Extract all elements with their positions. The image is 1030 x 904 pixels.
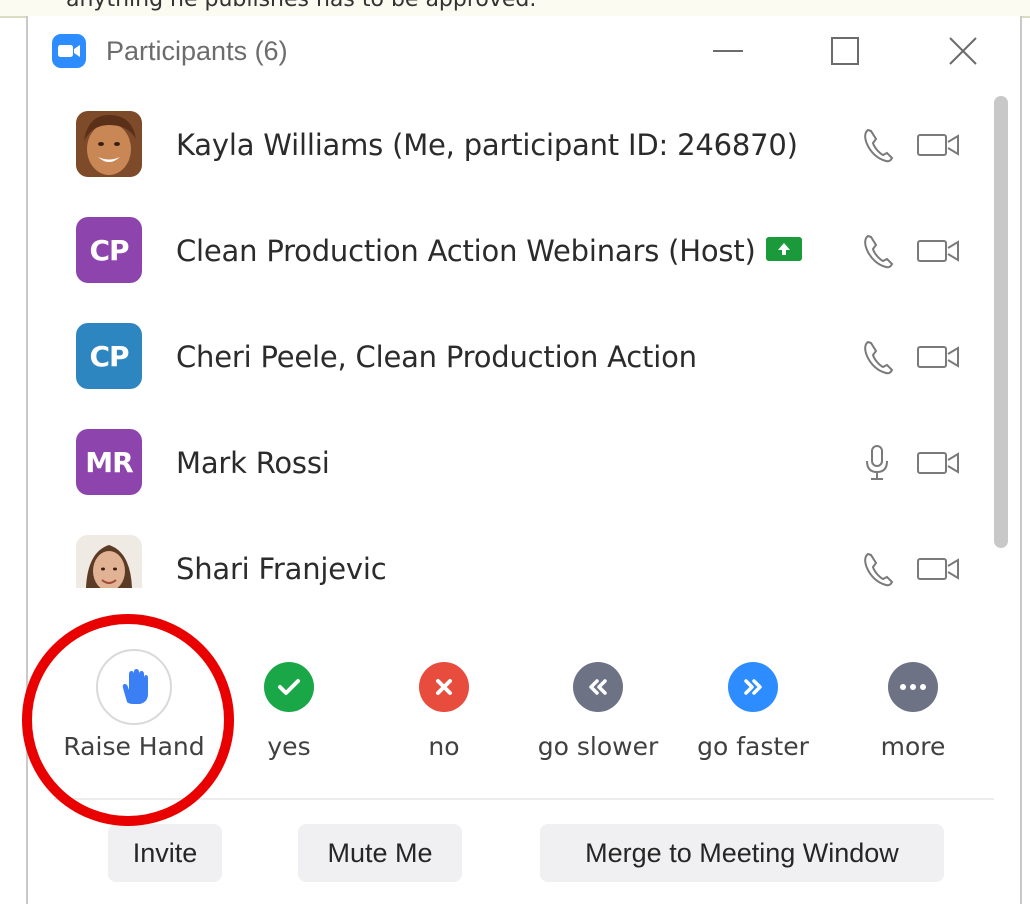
minimize-button[interactable] <box>700 26 756 76</box>
divider <box>54 798 994 800</box>
x-icon <box>419 662 469 712</box>
reaction-label: yes <box>267 732 311 761</box>
reaction-label: go slower <box>537 732 659 761</box>
screen-share-icon <box>765 237 802 261</box>
participant-row[interactable]: CP Clean Production Action Webinars (Hos… <box>28 194 988 300</box>
participant-name: Mark Rossi <box>176 446 330 480</box>
avatar: MR <box>76 429 142 495</box>
close-icon <box>949 37 977 65</box>
phone-icon[interactable] <box>860 337 894 377</box>
avatar-photo <box>76 535 142 588</box>
reaction-label: go faster <box>697 732 809 761</box>
fast-forward-icon <box>728 662 778 712</box>
participant-row[interactable]: Shari Franjevic <box>28 512 988 588</box>
reaction-label: Raise Hand <box>63 732 205 761</box>
phone-icon[interactable] <box>860 549 894 588</box>
zoom-logo-icon <box>52 34 86 68</box>
microphone-icon[interactable] <box>860 443 894 483</box>
mute-me-button[interactable]: Mute Me <box>298 824 462 882</box>
participant-row[interactable]: Kayla Williams (Me, participant ID: 2468… <box>28 88 988 194</box>
invite-button[interactable]: Invite <box>108 824 222 882</box>
background-text: anything he publishes has to be approved… <box>66 0 536 12</box>
avatar <box>76 111 142 177</box>
more-icon <box>888 662 938 712</box>
avatar-photo <box>76 111 142 177</box>
maximize-button[interactable] <box>817 26 873 76</box>
avatar <box>76 535 142 588</box>
scrollbar-thumb[interactable] <box>994 96 1008 548</box>
video-off-icon[interactable] <box>916 128 962 162</box>
participant-name: Kayla Williams (Me, participant ID: 2468… <box>176 128 798 162</box>
go-faster-button[interactable]: go faster <box>673 662 833 772</box>
maximize-icon <box>831 37 859 65</box>
participant-name: Clean Production Action Webinars (Host) <box>176 234 756 268</box>
no-button[interactable]: no <box>364 662 524 772</box>
avatar-initials: CP <box>89 233 129 267</box>
participant-name: Cheri Peele, Clean Production Action <box>176 340 697 374</box>
reaction-label: more <box>880 732 946 761</box>
avatar: CP <box>76 217 142 283</box>
avatar-initials: MR <box>85 445 133 479</box>
reaction-label: no <box>428 732 460 761</box>
video-off-icon[interactable] <box>916 234 962 268</box>
video-off-icon[interactable] <box>916 446 962 480</box>
title-bar: Participants (6) <box>28 16 1020 86</box>
avatar: CP <box>76 323 142 389</box>
video-off-icon[interactable] <box>916 552 962 586</box>
raise-hand-button[interactable]: Raise Hand <box>54 649 214 772</box>
raise-hand-icon <box>96 649 172 725</box>
scrollbar[interactable] <box>990 92 1012 592</box>
rewind-icon <box>573 662 623 712</box>
reactions-bar: Raise Hand yes no go slower go faster mo… <box>28 616 1020 780</box>
yes-button[interactable]: yes <box>209 662 369 772</box>
participants-window: Participants (6) Kayla Williams (Me, par… <box>26 16 1022 904</box>
merge-to-meeting-window-button[interactable]: Merge to Meeting Window <box>540 824 944 882</box>
window-title: Participants (6) <box>106 36 288 66</box>
check-icon <box>264 662 314 712</box>
avatar-initials: CP <box>89 339 129 373</box>
phone-icon[interactable] <box>860 231 894 271</box>
participant-name: Shari Franjevic <box>176 552 387 586</box>
video-off-icon[interactable] <box>916 340 962 374</box>
phone-icon[interactable] <box>860 125 894 165</box>
go-slower-button[interactable]: go slower <box>518 662 678 772</box>
participant-row[interactable]: CP Cheri Peele, Clean Production Action <box>28 300 988 406</box>
participant-list: Kayla Williams (Me, participant ID: 2468… <box>28 88 988 588</box>
more-button[interactable]: more <box>833 662 993 772</box>
close-button[interactable] <box>935 26 991 76</box>
participant-row[interactable]: MR Mark Rossi <box>28 406 988 512</box>
minimize-icon <box>713 50 743 52</box>
